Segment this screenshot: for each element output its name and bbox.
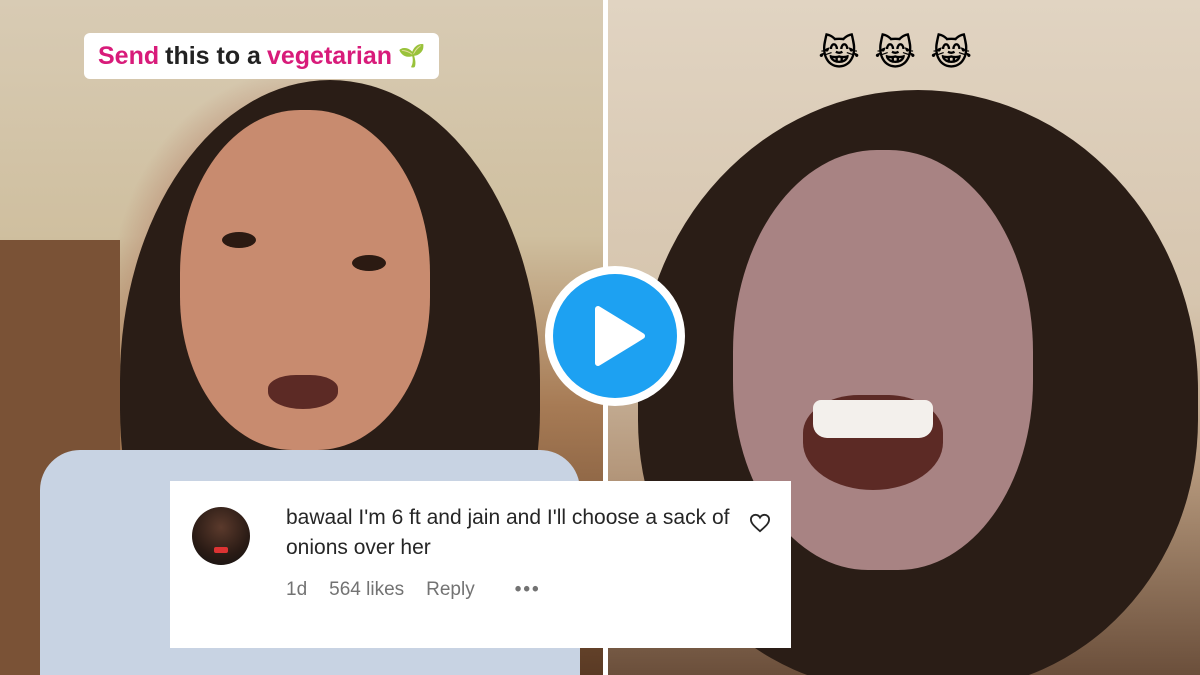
laughing-cat-emoji-1: 😹 bbox=[818, 32, 861, 73]
avatar-shirt-logo bbox=[214, 547, 228, 553]
play-button-circle[interactable] bbox=[553, 274, 677, 398]
reply-button[interactable]: Reply bbox=[426, 579, 475, 601]
comment-username[interactable]: bawaal bbox=[286, 506, 353, 529]
open-mouth bbox=[268, 375, 338, 409]
comment-likes[interactable]: 564 likes bbox=[329, 579, 404, 601]
comment-meta: 1d 564 likes Reply ••• bbox=[286, 579, 541, 601]
right-eye bbox=[352, 255, 386, 271]
laughing-cat-emoji-2: 😹 bbox=[874, 32, 917, 73]
play-icon bbox=[595, 306, 645, 366]
comment-card: bawaal I'm 6 ft and jain and I'll choose… bbox=[170, 481, 791, 648]
teeth bbox=[813, 400, 933, 438]
comment-body: bawaal I'm 6 ft and jain and I'll choose… bbox=[286, 503, 746, 563]
reaction-emojis: 😹 😹 😹 bbox=[818, 32, 972, 74]
play-button[interactable] bbox=[545, 266, 685, 406]
caption-word-send: Send bbox=[98, 41, 160, 70]
sprout-icon: 🌱 bbox=[398, 43, 426, 68]
more-options-icon[interactable]: ••• bbox=[515, 579, 541, 601]
comment-time: 1d bbox=[286, 579, 308, 600]
heart-outline-icon bbox=[749, 513, 771, 533]
like-button[interactable] bbox=[748, 511, 772, 535]
video-caption: Send this to a vegetarian 🌱 bbox=[84, 33, 440, 79]
caption-middle: this to a bbox=[165, 41, 261, 70]
comment-text: I'm 6 ft and jain and I'll choose a sack… bbox=[286, 506, 730, 559]
left-eye bbox=[222, 232, 256, 248]
avatar[interactable] bbox=[192, 507, 250, 565]
caption-word-vegetarian: vegetarian bbox=[266, 41, 393, 70]
laughing-cat-emoji-3: 😹 bbox=[930, 32, 973, 73]
